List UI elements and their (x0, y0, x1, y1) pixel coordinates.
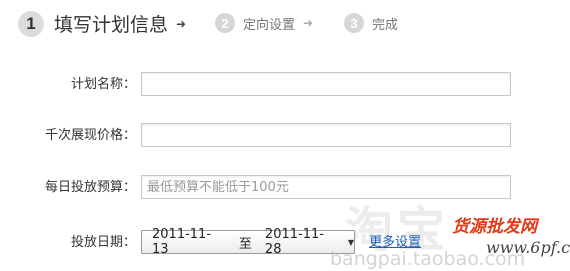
daily-budget-row: 每日投放预算： (0, 175, 570, 201)
plan-name-input[interactable] (141, 72, 511, 96)
daily-budget-input[interactable] (141, 175, 511, 199)
arrow-right-icon: ➜ (303, 16, 314, 30)
plan-name-label: 计划名称： (70, 77, 136, 92)
step-label-2: 定向设置 (243, 17, 296, 33)
date-row: 投放日期： 2011-11-13 至 2011-11-28 ▼ 更多设置 (0, 227, 570, 257)
step-label-1: 填写计划信息 (54, 14, 169, 36)
step-label-3: 完成 (372, 17, 399, 33)
step-number-3: 3 (344, 13, 364, 33)
plan-name-row: 计划名称： (0, 72, 570, 98)
date-end: 2011-11-28 (264, 227, 324, 257)
date-separator: 至 (238, 236, 252, 252)
step-1: 1 填写计划信息 ➜ (18, 10, 186, 37)
date-start: 2011-11-13 (152, 227, 212, 257)
arrow-right-icon: ➜ (176, 16, 187, 31)
date-range-select[interactable]: 2011-11-13 至 2011-11-28 ▼ (141, 227, 355, 257)
more-settings-link[interactable]: 更多设置 (369, 230, 421, 256)
date-label: 投放日期： (70, 235, 136, 250)
cpm-price-label: 千次展现价格： (44, 128, 136, 143)
step-2: 2 定向设置 ➜ (215, 13, 313, 33)
step-3: 3 完成 (344, 13, 398, 33)
step-number-2: 2 (215, 13, 235, 33)
cpm-price-row: 千次展现价格： (0, 123, 570, 149)
chevron-down-icon: ▼ (347, 237, 354, 247)
step-number-1: 1 (18, 10, 44, 37)
daily-budget-label: 每日投放预算： (44, 180, 136, 195)
cpm-price-input[interactable] (141, 123, 511, 147)
